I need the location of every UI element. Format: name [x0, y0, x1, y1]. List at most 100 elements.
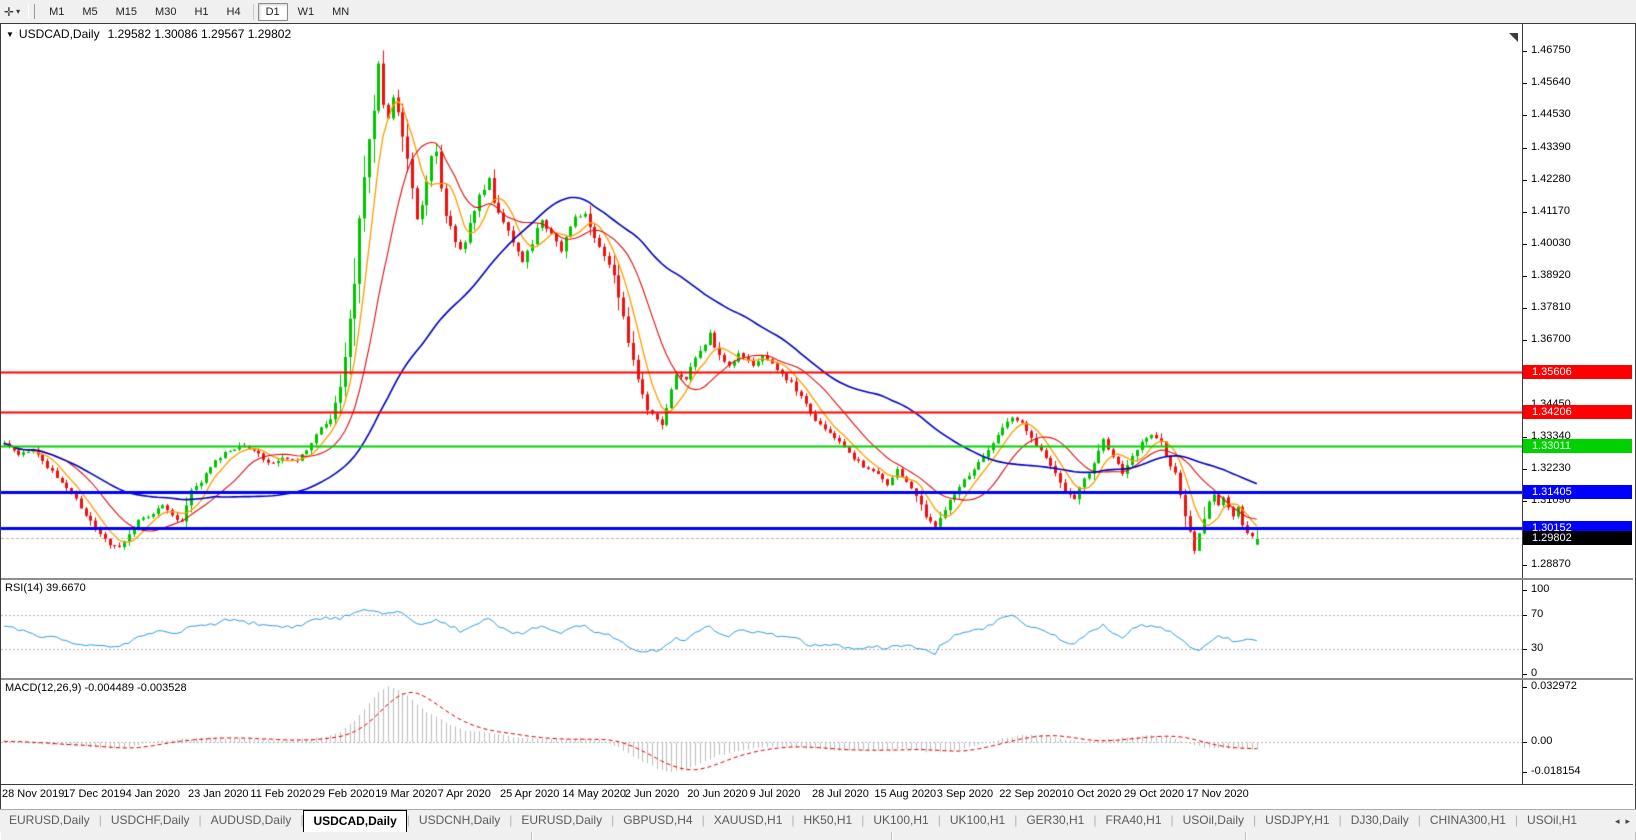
price-level-label: 1.35606	[1523, 364, 1632, 379]
macd-tick-mark	[1523, 687, 1527, 689]
date-label: 28 Nov 2019	[2, 788, 65, 800]
top-toolbar: ✛ ▾ M1 M5 M15 M30 H1 H4 D1 W1 MN	[0, 0, 1636, 24]
date-label: 25 Apr 2020	[500, 788, 560, 800]
chart-tab-usoil-h1[interactable]: USOil,H1	[1518, 810, 1586, 833]
chart-shift-marker-icon[interactable]	[1509, 33, 1518, 42]
timeframe-button-m1[interactable]: M1	[41, 3, 72, 21]
date-label: 29 Oct 2020	[1124, 788, 1184, 800]
timeframe-button-h1[interactable]: H1	[186, 3, 216, 21]
crosshair-cursor-tool[interactable]: ✛ ▾	[0, 5, 24, 19]
chart-tab-xauusd-h1[interactable]: XAUUSD,H1	[705, 810, 792, 833]
chart-tab-gbpusd-h4[interactable]: GBPUSD,H4	[614, 810, 701, 833]
chevron-down-icon[interactable]: ▾	[16, 7, 20, 16]
date-label: 2 Jun 2020	[624, 788, 680, 800]
price-tick-label: 1.36700	[1531, 333, 1571, 346]
rsi-chart-canvas[interactable]	[1, 580, 1522, 678]
rsi-tick-label: 100	[1531, 583, 1550, 596]
macd-tick-label: 0.032972	[1531, 680, 1577, 693]
date-axis[interactable]: 28 Nov 2019 17 Dec 2019 4 Jan 2020 23 Jan 2…	[1, 785, 1633, 807]
price-tick-label: 1.43390	[1531, 140, 1571, 153]
macd-indicator-label: MACD(12,26,9) -0.004489 -0.003528	[5, 682, 187, 694]
price-tick-mark	[1523, 244, 1527, 246]
price-tick-mark	[1523, 51, 1527, 53]
price-tick-mark	[1523, 565, 1527, 567]
chart-tab-fra40-h1[interactable]: FRA40,H1	[1096, 810, 1170, 833]
rsi-tick-label: 70	[1531, 608, 1544, 621]
price-tick-label: 1.40030	[1531, 237, 1571, 250]
date-label: 22 Sep 2020	[999, 788, 1062, 800]
collapse-chart-icon[interactable]: ▼	[6, 30, 14, 39]
rsi-plot-area[interactable]: RSI(14) 39.6670	[1, 580, 1522, 678]
timeframe-button-d1[interactable]: D1	[257, 2, 288, 21]
chart-tab-usdjpy-h1[interactable]: USDJPY,H1	[1256, 810, 1338, 833]
timeframe-button-group: M1 M5 M15 M30 H1 H4 D1 W1 MN	[40, 2, 358, 21]
candlestick-chart-canvas[interactable]	[1, 24, 1522, 578]
price-tick-label: 1.32230	[1531, 461, 1571, 474]
chart-tab-ger30-h1[interactable]: GER30,H1	[1017, 810, 1093, 833]
chart-tab-eurusd-daily[interactable]: EURUSD,Daily	[512, 810, 611, 833]
chart-tab-dj30-daily[interactable]: DJ30,Daily	[1342, 810, 1418, 833]
price-tick-mark	[1523, 436, 1527, 438]
rsi-indicator-label: RSI(14) 39.6670	[5, 582, 86, 594]
price-tick-mark	[1523, 115, 1527, 117]
macd-axis[interactable]: 0.032972 0.00 -0.018154	[1522, 680, 1633, 784]
chart-tab-uk100-h1[interactable]: UK100,H1	[941, 810, 1014, 833]
timeframe-button-mn[interactable]: MN	[324, 3, 357, 21]
tab-scroll-controls: ◂ ▸	[1609, 810, 1636, 833]
price-tick-label: 1.45640	[1531, 76, 1571, 89]
chart-tab-usdcad-daily[interactable]: USDCAD,Daily	[303, 810, 407, 833]
price-tick-label: 1.41170	[1531, 204, 1570, 217]
status-cell	[532, 832, 892, 840]
date-label: 28 Jul 2020	[812, 788, 869, 800]
rsi-tick-mark	[1523, 648, 1527, 650]
main-plot-area[interactable]: ▼ USDCAD,Daily 1.29582 1.30086 1.29567 1.2…	[1, 24, 1522, 578]
price-tick-label: 1.46750	[1531, 44, 1571, 57]
timeframe-button-m15[interactable]: M15	[108, 3, 145, 21]
rsi-tick-label: 0	[1531, 666, 1538, 679]
price-level-label: 1.33011	[1523, 439, 1632, 454]
date-label: 23 Jan 2020	[188, 788, 249, 800]
macd-tick-label: -0.018154	[1531, 764, 1581, 777]
date-label: 10 Oct 2020	[1061, 788, 1122, 800]
price-tick-label: 1.44530	[1531, 108, 1571, 121]
tab-scroll-right-icon[interactable]: ▸	[1625, 816, 1630, 827]
main-price-pane: ▼ USDCAD,Daily 1.29582 1.30086 1.29567 1.2…	[1, 24, 1633, 578]
macd-tick-mark	[1523, 741, 1527, 743]
toolbar-grip-handle[interactable]	[28, 4, 36, 19]
chart-tab-usoil-daily[interactable]: USOil,Daily	[1174, 810, 1253, 833]
price-tick-mark	[1523, 308, 1527, 310]
macd-chart-canvas[interactable]	[1, 680, 1522, 784]
rsi-tick-label: 30	[1531, 641, 1544, 654]
price-tick-mark	[1523, 501, 1527, 503]
price-tick-label: 1.42280	[1531, 172, 1571, 185]
date-label: 15 Aug 2020	[874, 788, 937, 800]
chart-tab-usdchf-daily[interactable]: USDCHF,Daily	[102, 810, 199, 833]
chart-tab-china300-h1[interactable]: CHINA300,H1	[1421, 810, 1515, 833]
chart-tab-audusd-daily[interactable]: AUDUSD,Daily	[202, 810, 301, 833]
date-label: 3 Sep 2020	[936, 788, 994, 800]
chart-tab-eurusd-daily[interactable]: EURUSD,Daily	[0, 810, 99, 833]
timeframe-button-m5[interactable]: M5	[74, 3, 105, 21]
rsi-pane: RSI(14) 39.6670 100 70 30 0	[1, 580, 1633, 679]
date-label: 4 Jan 2020	[125, 788, 181, 800]
price-tick-mark	[1523, 83, 1527, 85]
macd-tick-label: 0.00	[1531, 734, 1553, 747]
chart-tab-usdcnh-daily[interactable]: USDCNH,Daily	[410, 810, 509, 833]
date-label: 29 Feb 2020	[312, 788, 375, 800]
chart-tabs-bar: EURUSD,Daily | USDCHF,Daily | AUDUSD,Daily | U…	[0, 809, 1636, 833]
timeframe-button-m30[interactable]: M30	[147, 3, 184, 21]
timeframe-button-h4[interactable]: H4	[219, 3, 249, 21]
macd-plot-area[interactable]: MACD(12,26,9) -0.004489 -0.003528	[1, 680, 1522, 784]
timeframe-button-w1[interactable]: W1	[290, 3, 323, 21]
date-label: 11 Feb 2020	[250, 788, 312, 800]
toolbar-separator	[252, 3, 254, 20]
date-label: 14 May 2020	[562, 788, 626, 800]
date-label: 17 Dec 2019	[63, 788, 126, 800]
chart-tab-hk50-h1[interactable]: HK50,H1	[795, 810, 862, 833]
price-tick-label: 1.38920	[1531, 269, 1571, 282]
price-axis[interactable]: 1.46750 1.45640 1.44530 1.43390 1.42280 1.411…	[1522, 24, 1633, 578]
chart-tab-uk100-h1[interactable]: UK100,H1	[864, 810, 937, 833]
rsi-tick-mark	[1523, 615, 1527, 617]
tab-scroll-left-icon[interactable]: ◂	[1615, 816, 1620, 827]
rsi-axis[interactable]: 100 70 30 0	[1522, 580, 1633, 679]
